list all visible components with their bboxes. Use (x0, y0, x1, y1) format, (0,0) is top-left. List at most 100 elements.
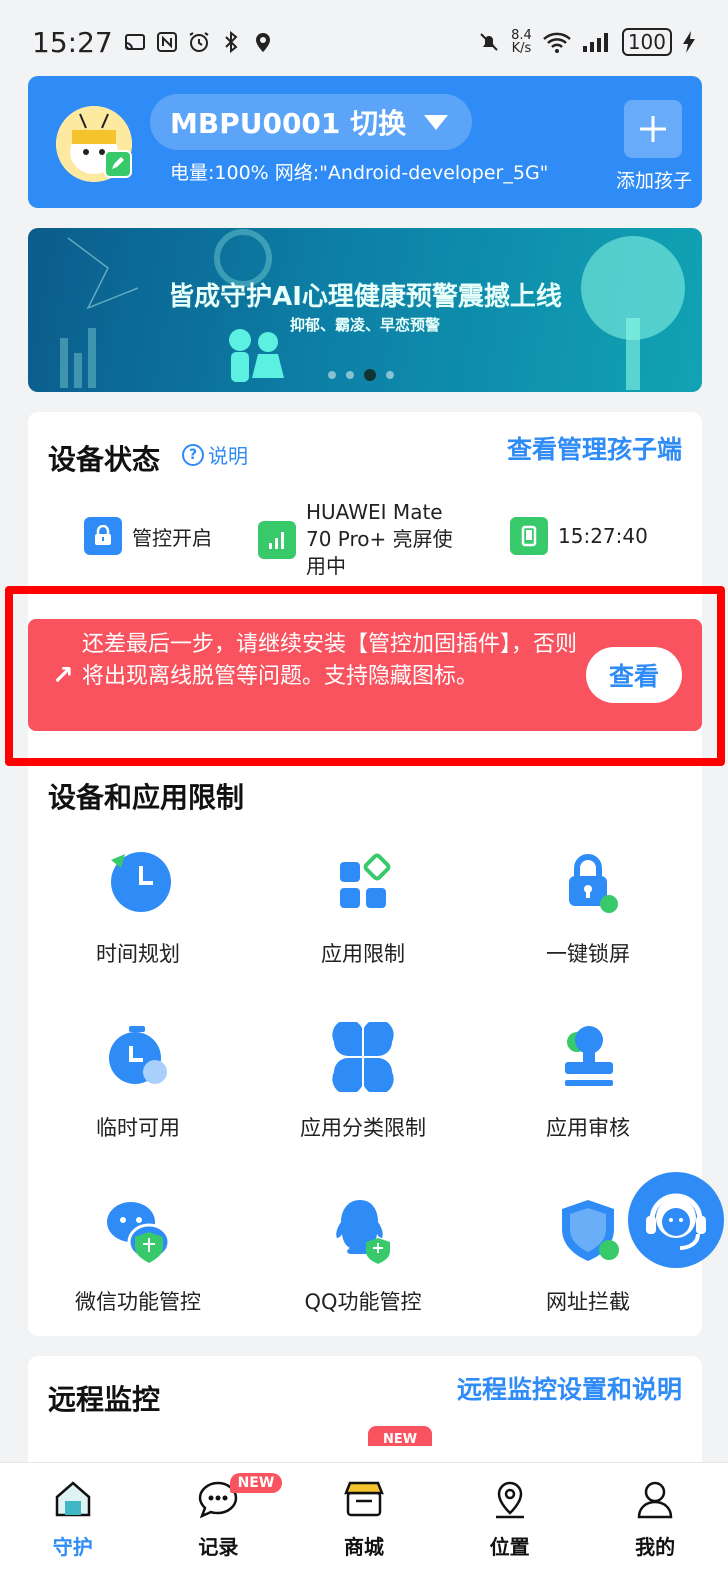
stamp-icon (565, 1026, 613, 1086)
battery-indicator: 100 (621, 28, 672, 56)
restrictions-title: 设备和应用限制 (48, 781, 245, 814)
remote-title: 远程监控 (48, 1383, 161, 1416)
up-arrow-icon: ↗ (52, 661, 74, 691)
tab-guard-label: 守护 (52, 1535, 93, 1559)
person-icon (637, 1481, 673, 1519)
customer-service-button[interactable] (628, 1172, 724, 1268)
status-time: 15:27 (32, 25, 113, 59)
status-icons-right: 8.4 K/s 100 (477, 28, 696, 56)
net-speed: 8.4 K/s (511, 28, 532, 56)
clock-icon (111, 852, 171, 912)
lock-icon (569, 854, 618, 913)
banner-dot (346, 371, 354, 379)
app-review-item[interactable]: 应用审核 (478, 1022, 698, 1142)
app-category-item[interactable]: 应用分类限制 (253, 1022, 473, 1142)
remote-settings-link[interactable]: 远程监控设置和说明 (457, 1370, 682, 1406)
qq-icon (336, 1200, 390, 1264)
app-category-label: 应用分类限制 (300, 1116, 426, 1140)
tab-guard[interactable]: 守护 (0, 1463, 146, 1572)
qq-control-label: QQ功能管控 (304, 1290, 422, 1314)
view-child-link[interactable]: 查看管理孩子端 (507, 430, 682, 466)
banner-dot (386, 371, 394, 379)
tab-location[interactable]: 位置 (437, 1463, 583, 1572)
timer-icon (109, 1026, 167, 1084)
time-plan-label: 时间规划 (96, 942, 180, 966)
status-control: 管控开启 (84, 517, 212, 555)
device-name: MBPU0001 切换 (170, 107, 407, 140)
dropdown-arrow-icon (424, 114, 449, 130)
banner-dot (328, 371, 336, 379)
tab-mine[interactable]: 我的 (582, 1463, 728, 1572)
device-status-card: 设备状态 ? 说明 查看管理孩子端 管控开启 HUAWEI Mate 70 Pr… (28, 412, 702, 1336)
status-time-label: 15:27:40 (558, 524, 648, 548)
status-device: HUAWEI Mate 70 Pro+ 亮屏使用中 (258, 499, 468, 580)
app-limit-label: 应用限制 (321, 942, 405, 966)
remote-monitoring-card: 远程监控 远程监控设置和说明 NEW (28, 1356, 702, 1466)
phone-status-icon (510, 517, 548, 555)
app-limit-item[interactable]: 应用限制 (253, 848, 473, 968)
signal-status-icon (258, 520, 296, 559)
cast-icon (124, 34, 145, 50)
tab-records-label: 记录 (198, 1535, 239, 1559)
nfc-icon (156, 32, 177, 52)
temp-available-item[interactable]: 临时可用 (28, 1022, 248, 1142)
qq-control-item[interactable]: QQ功能管控 (253, 1196, 473, 1316)
add-child-label[interactable]: 添加孩子 (616, 166, 692, 193)
tab-shop-label: 商城 (343, 1535, 384, 1559)
records-new-badge: NEW (229, 1473, 283, 1493)
signal-icon (582, 33, 608, 52)
tab-mine-label: 我的 (635, 1535, 676, 1559)
status-control-label: 管控开启 (132, 525, 212, 550)
help-label: 说明 (208, 444, 248, 468)
banner-title: 皆成守护AI心理健康预警震撼上线 (168, 282, 562, 312)
new-tag: NEW (368, 1426, 432, 1446)
headset-icon (646, 1193, 706, 1250)
location-icon (495, 1481, 524, 1519)
device-switcher[interactable]: MBPU0001 切换 (150, 94, 473, 150)
shop-icon (344, 1481, 384, 1517)
device-status-title: 设备状态 (48, 443, 161, 476)
promo-banner[interactable]: 皆成守护AI心理健康预警震撼上线 抑郁、霸凌、早恋预警 (28, 228, 702, 392)
bottom-tab-bar: 守护 NEW 记录 商城 位置 我的 (0, 1462, 728, 1572)
banner-subtitle: 抑郁、霸凌、早恋预警 (289, 316, 440, 334)
url-block-label: 网址拦截 (546, 1290, 630, 1314)
install-plugin-warning[interactable]: ↗ 还差最后一步，请继续安装【管控加固插件】，否则将出现离线脱管等问题。支持隐藏… (28, 619, 702, 731)
wechat-icon (107, 1202, 171, 1263)
banner-pagination (328, 369, 394, 381)
status-time: 15:27:40 (510, 517, 648, 555)
plus-icon (640, 116, 666, 142)
header-card: MBPU0001 切换 电量:100% 网络:"Android-develope… (28, 76, 702, 208)
lock-screen-item[interactable]: 一键锁屏 (478, 848, 698, 968)
app-review-label: 应用审核 (546, 1116, 630, 1140)
tab-records[interactable]: NEW 记录 (146, 1463, 292, 1572)
home-icon (55, 1481, 91, 1517)
warning-text: 还差最后一步，请继续安装【管控加固插件】，否则将出现离线脱管等问题。支持隐藏图标… (82, 632, 578, 689)
temp-available-label: 临时可用 (96, 1116, 180, 1140)
shield-icon (562, 1200, 619, 1261)
add-child-button[interactable] (624, 100, 682, 158)
mute-icon (480, 33, 498, 51)
wechat-control-item[interactable]: 微信功能管控 (28, 1196, 248, 1316)
bluetooth-icon (224, 30, 238, 54)
lock-status-icon (84, 517, 122, 555)
wechat-control-label: 微信功能管控 (75, 1290, 201, 1314)
apps-icon (340, 853, 391, 908)
alarm-icon (189, 32, 209, 52)
time-plan-item[interactable]: 时间规划 (28, 848, 248, 968)
clover-icon (332, 1022, 394, 1092)
charging-icon (683, 31, 695, 53)
wifi-icon (542, 32, 571, 53)
location-status-icon (255, 33, 270, 52)
banner-dot-active (364, 369, 376, 381)
status-device-label: HUAWEI Mate 70 Pro+ 亮屏使用中 (306, 500, 453, 578)
question-icon: ? (182, 443, 204, 466)
device-info: 电量:100% 网络:"Android-developer_5G" (170, 162, 549, 184)
tab-location-label: 位置 (489, 1535, 530, 1559)
edit-avatar-icon[interactable] (104, 150, 132, 178)
lock-screen-label: 一键锁屏 (546, 942, 630, 966)
help-link[interactable]: ? 说明 (182, 440, 248, 469)
view-warning-button[interactable]: 查看 (586, 647, 682, 703)
status-icons-left (123, 30, 275, 54)
tab-shop[interactable]: 商城 (291, 1463, 437, 1572)
status-bar: 15:27 8.4 K/s 100 (0, 0, 728, 84)
